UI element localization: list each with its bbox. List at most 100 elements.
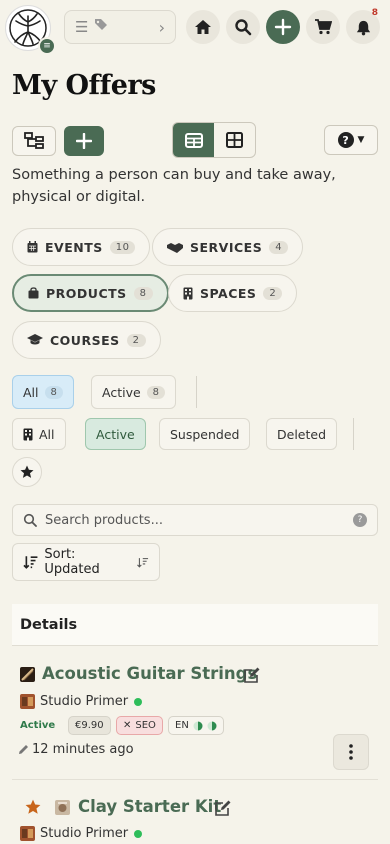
building-icon <box>183 287 193 299</box>
favorites-filter[interactable] <box>12 457 42 487</box>
more-options-button[interactable] <box>333 734 369 770</box>
category-spaces[interactable]: SPACES 2 <box>168 274 298 312</box>
language-label: EN <box>175 720 189 731</box>
filter-label: All <box>39 426 55 442</box>
filter-status-active[interactable]: Active <box>85 418 146 450</box>
help-icon[interactable]: ? <box>353 513 367 527</box>
cart-icon <box>315 19 332 35</box>
notification-count: 8 <box>371 8 378 18</box>
bag-icon <box>28 287 39 299</box>
divider <box>353 418 354 450</box>
star-icon[interactable] <box>25 799 41 815</box>
filter-active-count[interactable]: Active 8 <box>91 375 177 409</box>
product-thumbnail[interactable] <box>20 667 35 682</box>
tag-icon <box>94 18 110 36</box>
question-circle-icon: ? <box>337 132 354 148</box>
updated-time: 12 minutes ago <box>18 742 134 757</box>
sitemap-icon <box>24 132 44 149</box>
category-events[interactable]: EVENTS 10 <box>12 228 151 266</box>
filter-label: Deleted <box>277 426 327 442</box>
category-count: 10 <box>109 240 136 254</box>
pencil-icon <box>19 745 28 754</box>
product-title[interactable]: Clay Starter Kit <box>78 797 221 816</box>
home-icon <box>195 20 211 34</box>
product-thumbnail[interactable] <box>55 800 70 815</box>
sort-button[interactable]: Sort: Updated <box>12 543 160 581</box>
status-badge: Active <box>20 720 56 731</box>
add-offer-button[interactable] <box>64 126 104 156</box>
add-button[interactable] <box>266 10 300 44</box>
sort-label: Sort: Updated <box>44 547 100 577</box>
table-icon <box>184 132 203 148</box>
page-description: Something a person can buy and take away… <box>12 167 336 205</box>
seller-name[interactable]: Studio Primer <box>40 826 143 841</box>
building-icon <box>23 428 33 440</box>
seller-avatar <box>20 826 35 841</box>
seller-name[interactable]: Studio Primer <box>40 694 143 709</box>
seller-label: Studio Primer <box>40 826 129 841</box>
filter-all-count[interactable]: All 8 <box>12 375 74 409</box>
category-count: 2 <box>126 333 146 347</box>
edit-icon[interactable] <box>214 799 232 817</box>
filter-label: All <box>23 384 39 400</box>
progress-icon <box>207 721 217 730</box>
handshake-icon <box>167 242 183 253</box>
filter-scope-all[interactable]: All <box>12 418 66 450</box>
category-label: SPACES <box>200 285 257 301</box>
seller-avatar <box>20 694 35 709</box>
table-view-button[interactable] <box>173 123 214 157</box>
category-services[interactable]: SERVICES 4 <box>152 228 304 266</box>
bell-icon <box>356 20 370 35</box>
divider <box>196 376 197 408</box>
plus-icon <box>274 18 292 36</box>
tree-view-button[interactable] <box>12 126 56 156</box>
sort-desc-icon <box>23 556 38 569</box>
grid-view-button[interactable] <box>214 123 255 157</box>
product-title[interactable]: Acoustic Guitar Strings <box>42 664 257 683</box>
home-button[interactable] <box>186 10 220 44</box>
search-input[interactable] <box>45 512 345 528</box>
category-label: PRODUCTS <box>46 285 127 301</box>
view-toggle <box>172 122 256 158</box>
top-bar: ≡ ☰ › 8 <box>0 0 390 56</box>
notifications-button[interactable]: 8 <box>346 8 380 44</box>
plus-icon <box>76 133 92 149</box>
category-label: COURSES <box>50 332 120 348</box>
help-dropdown[interactable]: ? ▼ <box>324 125 378 155</box>
language-badge[interactable]: EN <box>168 716 224 735</box>
x-icon: ✕ <box>123 720 132 731</box>
seo-label: SEO <box>135 720 156 731</box>
category-count: 4 <box>269 240 289 254</box>
star-icon <box>20 465 34 478</box>
details-header: Details <box>12 604 378 646</box>
ellipsis-vertical-icon <box>349 744 353 760</box>
search-bar: ? <box>12 504 378 536</box>
edit-icon[interactable] <box>243 666 261 684</box>
calendar-icon <box>27 241 38 253</box>
seller-label: Studio Primer <box>40 694 129 709</box>
menu-icon[interactable]: ≡ <box>38 37 56 55</box>
filter-label: Suspended <box>170 426 240 442</box>
online-status-dot <box>134 697 143 706</box>
search-icon <box>23 513 37 527</box>
filter-label: Active <box>102 384 141 400</box>
chevron-right-icon: › <box>158 17 165 37</box>
category-count: 8 <box>133 286 153 300</box>
search-button[interactable] <box>226 10 260 44</box>
online-status-dot <box>134 829 143 838</box>
filter-status-deleted[interactable]: Deleted <box>266 418 338 450</box>
graduation-cap-icon <box>27 334 43 345</box>
cart-button[interactable] <box>306 10 340 44</box>
divider <box>12 779 378 780</box>
filter-status-suspended[interactable]: Suspended <box>159 418 251 450</box>
price-badge: €9.90 <box>68 716 111 735</box>
seo-badge[interactable]: ✕ SEO <box>116 716 163 735</box>
category-products[interactable]: PRODUCTS 8 <box>12 274 169 312</box>
breadcrumb[interactable]: ☰ › <box>64 10 176 44</box>
grid-icon <box>226 132 243 148</box>
menu-icon: ☰ <box>75 18 89 36</box>
caret-down-icon: ▼ <box>357 135 365 145</box>
sort-icon <box>137 557 149 568</box>
category-courses[interactable]: COURSES 2 <box>12 321 161 359</box>
filter-count: 8 <box>146 385 166 399</box>
